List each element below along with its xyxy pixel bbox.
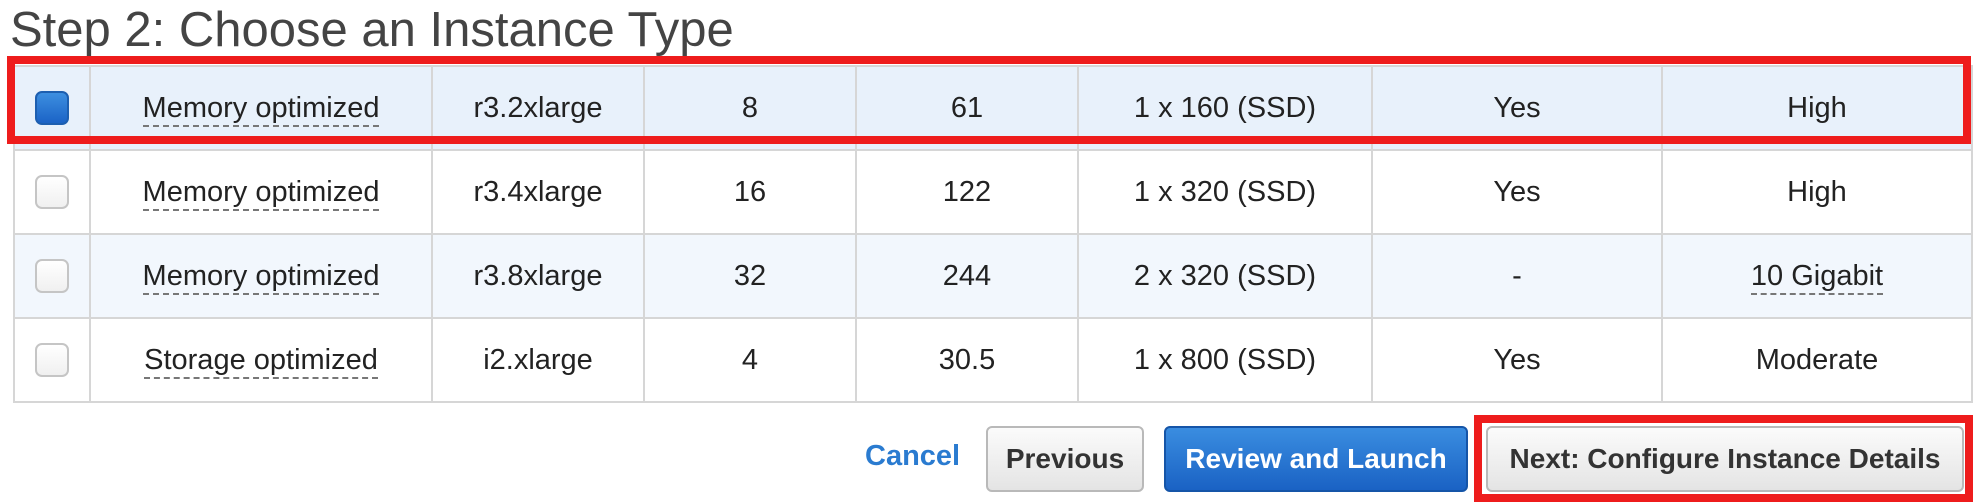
ebs-optimized: Yes bbox=[1371, 317, 1663, 403]
row-checkbox[interactable] bbox=[35, 259, 69, 294]
row-checkbox[interactable] bbox=[35, 343, 69, 378]
memory: 244 bbox=[855, 233, 1079, 319]
vcpus: 16 bbox=[643, 149, 857, 235]
family-label: Memory optimized bbox=[142, 259, 380, 295]
instance-type: r3.8xlarge bbox=[431, 233, 645, 319]
table-row[interactable]: Storage optimized i2.xlarge 4 30.5 1 x 8… bbox=[13, 317, 1973, 403]
network-performance: 10 Gigabit bbox=[1750, 259, 1884, 295]
network-performance: Moderate bbox=[1661, 317, 1973, 403]
highlight-next-button bbox=[1474, 415, 1973, 502]
family-label: Storage optimized bbox=[144, 343, 378, 379]
instance-storage: 2 x 320 (SSD) bbox=[1077, 233, 1373, 319]
row-checkbox[interactable] bbox=[35, 175, 69, 210]
highlight-selected-row bbox=[7, 56, 1971, 144]
network-performance: High bbox=[1661, 149, 1973, 235]
previous-button[interactable]: Previous bbox=[986, 426, 1144, 492]
row-select-cell[interactable] bbox=[13, 149, 91, 235]
family-label: Memory optimized bbox=[142, 175, 380, 211]
table-row[interactable]: Memory optimized r3.8xlarge 32 244 2 x 3… bbox=[13, 233, 1973, 319]
page-title: Step 2: Choose an Instance Type bbox=[10, 3, 734, 57]
instance-type: r3.4xlarge bbox=[431, 149, 645, 235]
memory: 122 bbox=[855, 149, 1079, 235]
instance-storage: 1 x 800 (SSD) bbox=[1077, 317, 1373, 403]
ebs-optimized: Yes bbox=[1371, 149, 1663, 235]
table-row[interactable]: Memory optimized r3.4xlarge 16 122 1 x 3… bbox=[13, 149, 1973, 235]
instance-type: i2.xlarge bbox=[431, 317, 645, 403]
instance-storage: 1 x 320 (SSD) bbox=[1077, 149, 1373, 235]
memory: 30.5 bbox=[855, 317, 1079, 403]
vcpus: 32 bbox=[643, 233, 857, 319]
review-and-launch-button[interactable]: Review and Launch bbox=[1164, 426, 1468, 492]
cancel-link[interactable]: Cancel bbox=[865, 440, 960, 473]
ebs-optimized: - bbox=[1371, 233, 1663, 319]
vcpus: 4 bbox=[643, 317, 857, 403]
row-select-cell[interactable] bbox=[13, 317, 91, 403]
row-select-cell[interactable] bbox=[13, 233, 91, 319]
